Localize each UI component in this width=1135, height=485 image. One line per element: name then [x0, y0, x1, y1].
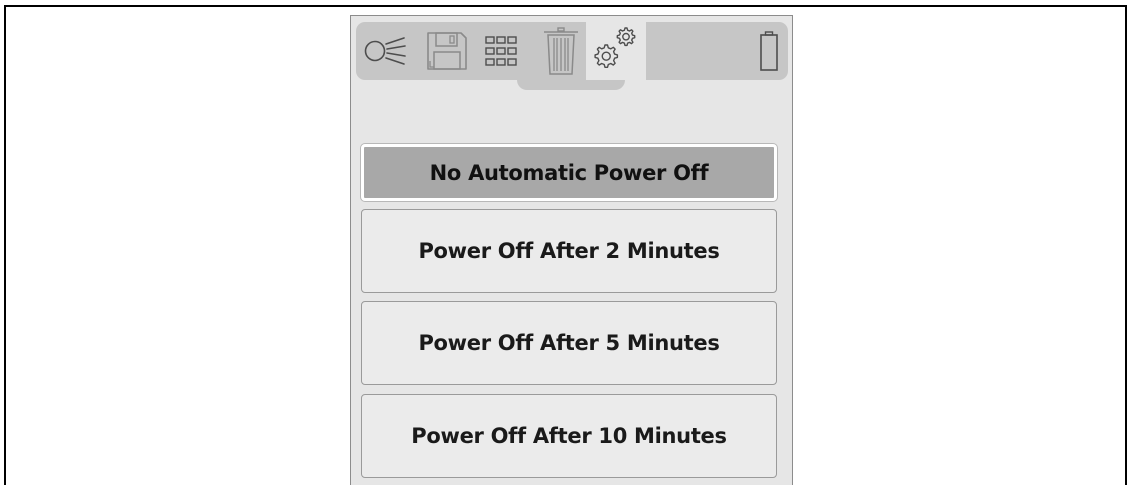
option-label: No Automatic Power Off — [429, 160, 709, 185]
battery-icon — [760, 31, 778, 71]
gears-icon — [594, 27, 636, 68]
option-label: Power Off After 10 Minutes — [411, 424, 727, 448]
grid-icon — [485, 36, 517, 66]
tab-light[interactable] — [356, 22, 416, 80]
option-label: Power Off After 5 Minutes — [418, 331, 720, 355]
tab-settings[interactable] — [586, 22, 646, 80]
option-label: Power Off After 2 Minutes — [418, 239, 720, 263]
option-power-off-10-min[interactable]: Power Off After 10 Minutes — [361, 394, 777, 478]
tab-save[interactable] — [419, 22, 475, 80]
device-screen: No Automatic Power Off Power Off After 2… — [350, 15, 793, 485]
option-power-off-2-min[interactable]: Power Off After 2 Minutes — [361, 209, 777, 293]
save-icon — [427, 32, 467, 70]
battery-status — [756, 22, 782, 80]
trash-icon — [544, 27, 578, 75]
option-no-auto-power-off[interactable]: No Automatic Power Off — [361, 144, 777, 201]
light-beam-icon — [364, 37, 406, 65]
active-tab-indicator — [517, 80, 625, 90]
toolbar — [356, 22, 788, 80]
option-power-off-5-min[interactable]: Power Off After 5 Minutes — [361, 301, 777, 385]
tab-grid[interactable] — [480, 22, 522, 80]
tab-trash[interactable] — [536, 22, 586, 80]
